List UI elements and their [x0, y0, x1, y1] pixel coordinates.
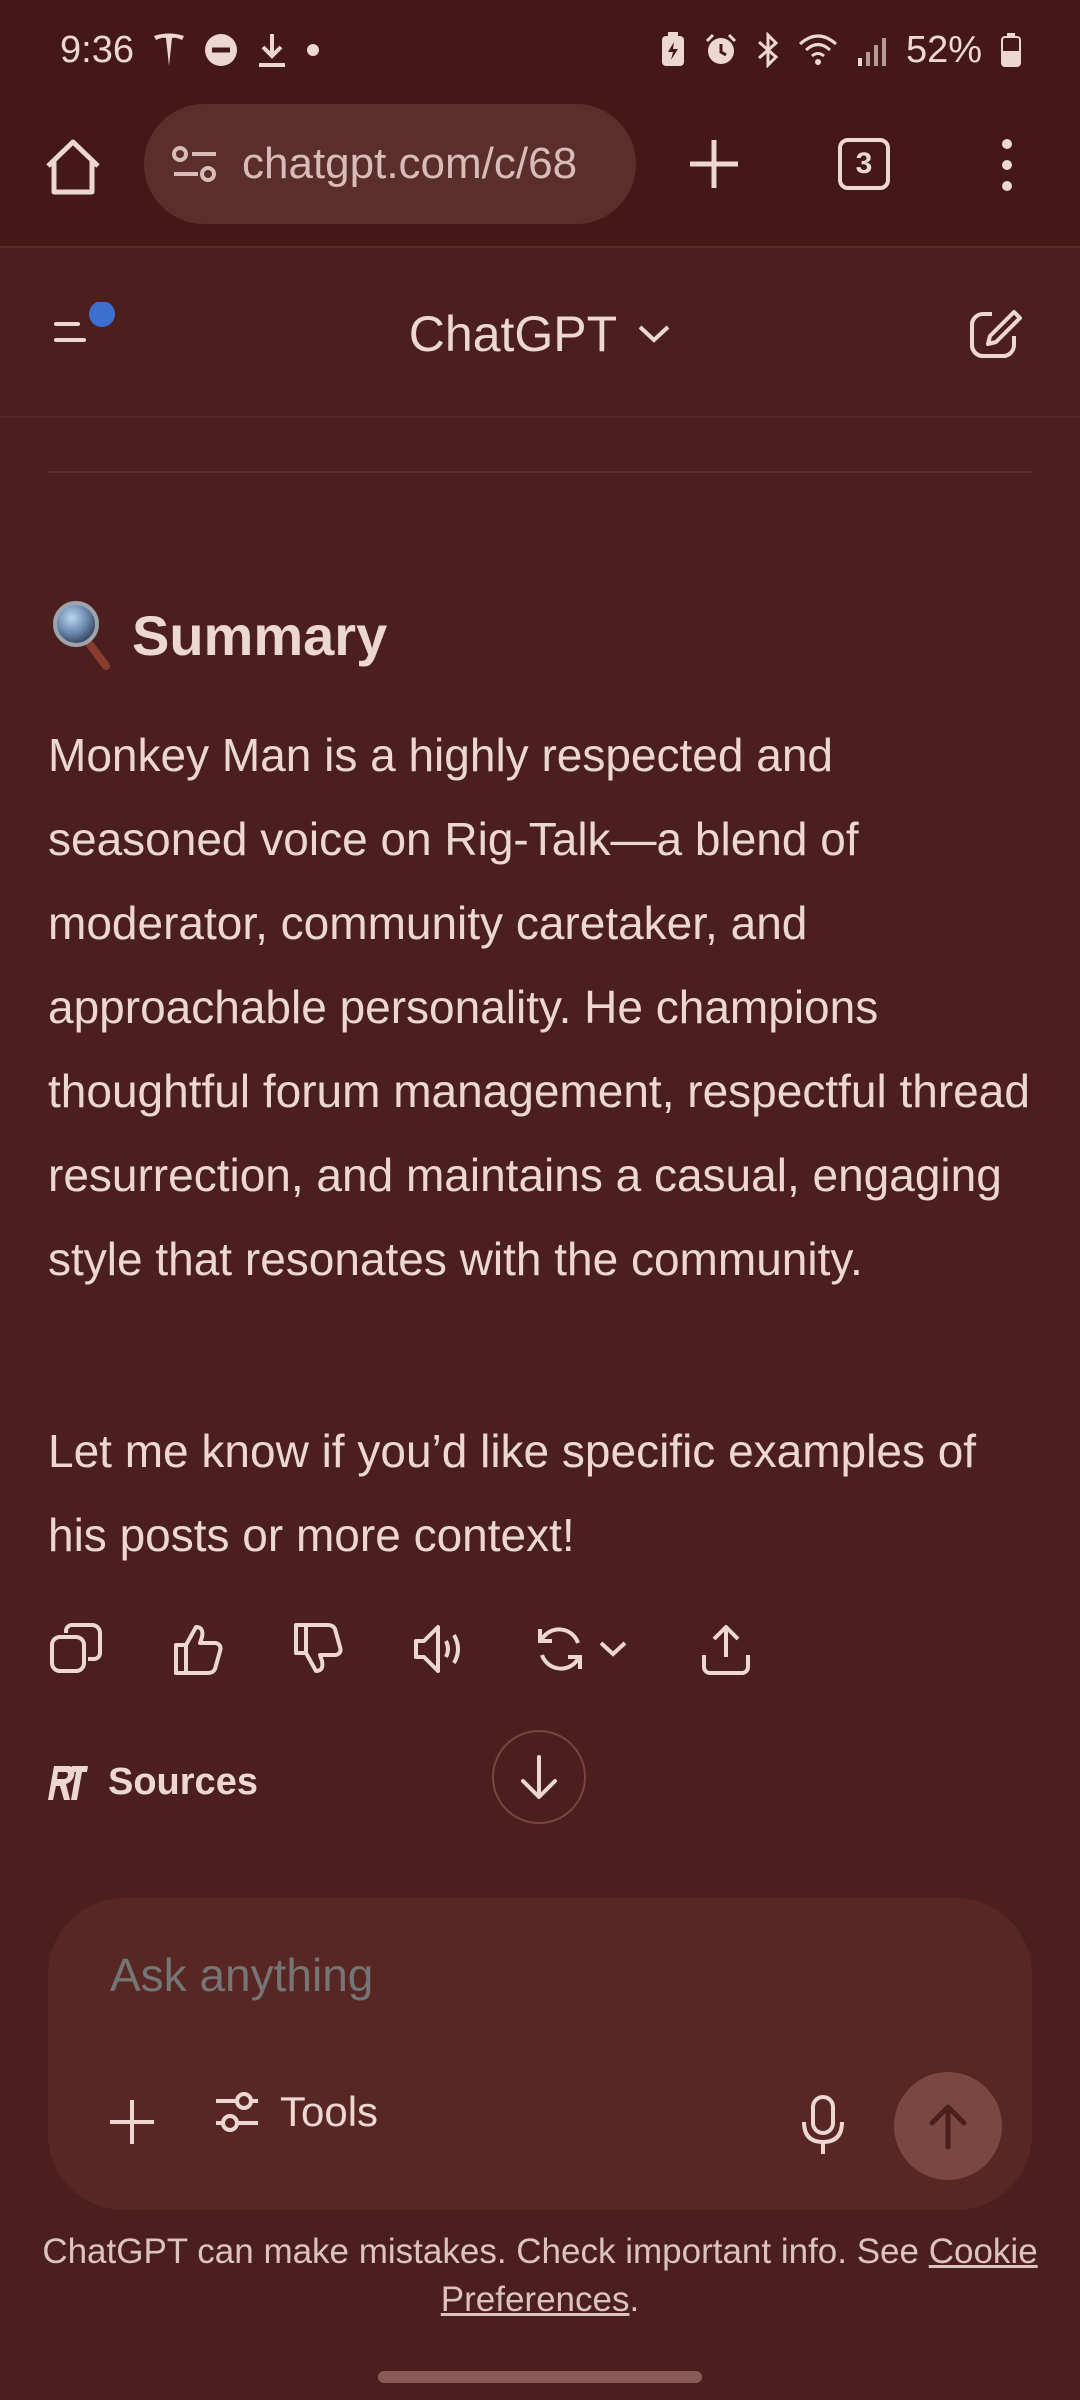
share-button[interactable]	[698, 1614, 754, 1684]
microphone-icon[interactable]	[800, 2094, 846, 2156]
copy-button[interactable]	[48, 1614, 104, 1684]
overflow-menu-icon[interactable]	[992, 138, 1022, 192]
browser-toolbar: chatgpt.com/c/68 3	[0, 100, 1080, 248]
status-left: 9:36	[60, 29, 320, 72]
battery-percent: 52%	[905, 28, 982, 71]
signal-icon	[857, 38, 886, 66]
bluetooth-icon	[757, 32, 779, 68]
regenerate-button[interactable]	[532, 1614, 628, 1684]
rig-talk-logo-icon	[48, 1766, 88, 1800]
summary-title: Summary	[132, 603, 388, 667]
site-settings-icon[interactable]	[170, 144, 220, 184]
sources-button[interactable]: Sources	[42, 1760, 258, 1804]
share-icon	[702, 1625, 750, 1675]
chevron-down-icon	[599, 1641, 627, 1657]
magnifying-glass-icon	[53, 601, 110, 670]
speaker-icon	[414, 1625, 460, 1673]
sidebar-menu-icon[interactable]	[52, 302, 122, 362]
battery-saver-icon	[661, 32, 684, 66]
scroll-to-bottom-button[interactable]	[492, 1730, 586, 1824]
arrow-down-icon	[521, 1755, 557, 1799]
new-tab-icon[interactable]	[686, 136, 742, 192]
tools-label: Tools	[280, 2088, 379, 2135]
new-chat-icon[interactable]	[968, 306, 1024, 362]
status-time: 9:36	[60, 28, 134, 71]
followup-paragraph: Let me know if you’d like specific examp…	[48, 1425, 977, 1561]
app-header: ChatGPT	[0, 250, 1080, 418]
status-bar: 9:36 52%	[0, 0, 1080, 100]
regenerate-icon	[538, 1627, 582, 1671]
sources-label: Sources	[108, 1760, 258, 1803]
battery-icon	[1001, 33, 1021, 67]
tesla-icon	[153, 33, 184, 66]
dot-icon	[306, 44, 319, 56]
status-right: 52%	[660, 29, 1022, 72]
app-title: ChatGPT	[408, 306, 618, 362]
attach-plus-icon[interactable]	[106, 2096, 158, 2148]
send-button[interactable]	[894, 2072, 1002, 2180]
home-indicator[interactable]	[378, 2371, 702, 2383]
thumbs-down-button[interactable]	[290, 1614, 346, 1684]
thumbs-up-icon	[174, 1625, 223, 1675]
message-input[interactable]	[110, 1948, 910, 2002]
arrow-up-icon	[929, 2104, 967, 2150]
disclaimer-end: .	[629, 2280, 640, 2319]
thumbs-up-button[interactable]	[170, 1614, 226, 1684]
disclaimer: ChatGPT can make mistakes. Check importa…	[20, 2228, 1060, 2324]
copy-icon	[50, 1623, 102, 1673]
divider	[48, 471, 1032, 473]
model-selector[interactable]: ChatGPT	[0, 250, 1080, 418]
thumbs-down-icon	[294, 1623, 343, 1673]
summary-paragraph: Monkey Man is a highly respected and sea…	[48, 729, 1030, 1285]
tools-button[interactable]: Tools	[214, 2088, 378, 2136]
dnd-icon	[204, 34, 237, 66]
url-text: chatgpt.com/c/68	[242, 139, 578, 188]
address-bar[interactable]: chatgpt.com/c/68	[144, 104, 636, 224]
disclaimer-text: ChatGPT can make mistakes. Check importa…	[42, 2232, 929, 2271]
home-icon[interactable]	[42, 136, 104, 198]
sliders-icon	[216, 2092, 258, 2132]
tab-count: 3	[855, 147, 873, 180]
download-icon	[258, 34, 285, 67]
composer: Tools	[48, 1898, 1032, 2210]
tab-switcher-button[interactable]: 3	[838, 138, 890, 190]
alarm-icon	[705, 33, 736, 64]
summary-heading: Summary	[52, 600, 387, 670]
wifi-icon	[798, 34, 837, 65]
read-aloud-button[interactable]	[410, 1614, 470, 1684]
chevron-down-icon	[638, 325, 670, 343]
